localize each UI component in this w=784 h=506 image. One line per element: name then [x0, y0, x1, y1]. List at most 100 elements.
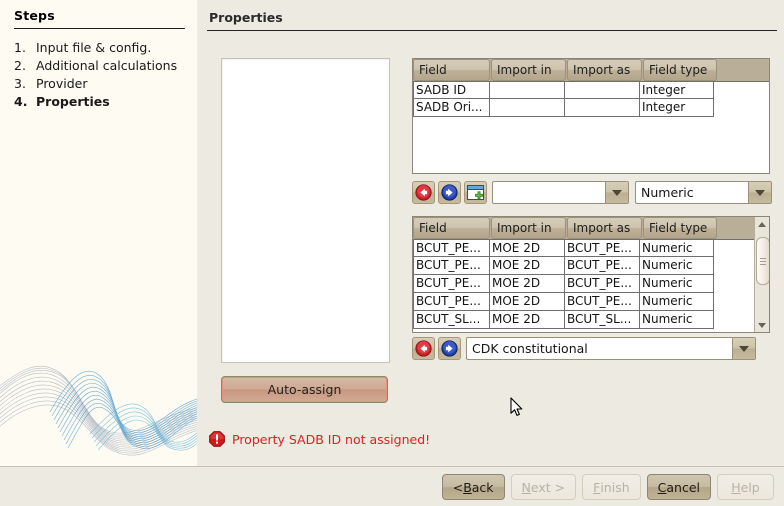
step-label: Properties: [36, 94, 110, 109]
steps-list: 1. Input file & config. 2. Additional calcu…: [14, 39, 194, 111]
cell-field[interactable]: BCUT_PE...: [413, 275, 490, 293]
provider-select[interactable]: CDK constitutional: [466, 337, 756, 360]
cell-field-type[interactable]: Integer: [640, 81, 714, 99]
assigned-properties-table[interactable]: Field Import in Import as Field type SADB I…: [412, 58, 770, 174]
provider-select-value: CDK constitutional: [472, 341, 588, 356]
table-row[interactable]: SADB Ori... Integer: [413, 99, 769, 117]
cell-field[interactable]: BCUT_SL...: [413, 311, 490, 329]
step-number: 3.: [14, 76, 26, 91]
add-property-button[interactable]: [464, 181, 487, 204]
scroll-down-arrow-icon: [758, 322, 766, 328]
provider-next-button[interactable]: [438, 337, 461, 360]
step-number: 4.: [14, 94, 28, 109]
cell-import-in[interactable]: MOE 2D: [490, 257, 565, 275]
column-header[interactable]: Field: [413, 59, 490, 81]
button-mnemonic: B: [463, 479, 472, 495]
step-number: 2.: [14, 58, 26, 73]
table-row[interactable]: SADB ID Integer: [413, 81, 769, 99]
grip-line: [760, 260, 766, 262]
button-label-post: ack: [471, 479, 494, 495]
table-row[interactable]: BCUT_PE... MOE 2D BCUT_PE... Numeric: [413, 293, 769, 311]
red-circle-left-arrow-icon: [415, 184, 432, 201]
button-label-pre: <: [452, 479, 464, 495]
table-vertical-scrollbar[interactable]: [754, 217, 769, 332]
column-header-filler: [718, 59, 769, 81]
cell-field-type[interactable]: Numeric: [640, 293, 714, 311]
column-header[interactable]: Import as: [567, 59, 642, 81]
column-header[interactable]: Import in: [491, 217, 566, 239]
provider-select-arrow[interactable]: [732, 338, 755, 359]
table-row[interactable]: BCUT_SL... MOE 2D BCUT_SL... Numeric: [413, 311, 769, 329]
cell-field[interactable]: BCUT_PE...: [413, 293, 490, 311]
column-header[interactable]: Import as: [567, 217, 642, 239]
table-row[interactable]: BCUT_PE... MOE 2D BCUT_PE... Numeric: [413, 275, 769, 293]
scrollbar-thumb[interactable]: [756, 237, 769, 285]
cell-field[interactable]: SADB ID: [413, 81, 490, 99]
step-item-4: 4. Properties: [14, 93, 194, 111]
empty-white-list[interactable]: [221, 58, 390, 363]
cell-import-in[interactable]: [490, 81, 565, 99]
table-row[interactable]: BCUT_PE... MOE 2D BCUT_PE... Numeric: [413, 257, 769, 275]
cell-field[interactable]: BCUT_PE...: [413, 239, 490, 257]
wizard-window: Steps 1. Input file & config. 2. Additional…: [0, 0, 784, 506]
table-body[interactable]: SADB ID Integer SADB Ori... Integer: [413, 81, 769, 117]
blue-circle-right-arrow-icon: [441, 340, 458, 357]
cell-field[interactable]: SADB Ori...: [413, 99, 490, 117]
cell-import-as[interactable]: [565, 99, 640, 117]
cell-import-as[interactable]: BCUT_PE...: [565, 239, 640, 257]
validation-message-text: Property SADB ID not assigned!: [232, 431, 431, 447]
cell-field[interactable]: BCUT_PE...: [413, 257, 490, 275]
chevron-down-icon: [612, 189, 622, 196]
cell-import-as[interactable]: BCUT_PE...: [565, 257, 640, 275]
column-header[interactable]: Import in: [491, 59, 566, 81]
unassign-button[interactable]: [412, 181, 435, 204]
cell-field-type[interactable]: Numeric: [640, 239, 714, 257]
back-button[interactable]: < Back: [441, 474, 505, 500]
cell-field-type[interactable]: Integer: [640, 99, 714, 117]
column-header[interactable]: Field type: [643, 217, 717, 239]
provider-previous-button[interactable]: [412, 337, 435, 360]
blue-waves-graphic: [0, 365, 197, 456]
cell-import-in[interactable]: MOE 2D: [490, 275, 565, 293]
cell-import-in[interactable]: MOE 2D: [490, 293, 565, 311]
cell-field-type[interactable]: Numeric: [640, 257, 714, 275]
steps-heading: Steps: [14, 8, 55, 23]
available-properties-table[interactable]: Field Import in Import as Field type BCUT_P…: [412, 216, 770, 333]
step-item-1: 1. Input file & config.: [14, 39, 194, 57]
scroll-down-button[interactable]: [755, 318, 769, 332]
steps-heading-divider: [14, 28, 185, 29]
field-type-select-arrow[interactable]: [748, 182, 771, 203]
provider-toolbar: CDK constitutional: [412, 337, 756, 360]
cell-import-as[interactable]: [565, 81, 640, 99]
validation-message: Property SADB ID not assigned!: [209, 431, 430, 447]
column-header[interactable]: Field type: [643, 59, 717, 81]
button-label-post: ext >: [530, 479, 566, 495]
table-row[interactable]: BCUT_PE... MOE 2D BCUT_PE... Numeric: [413, 239, 769, 257]
assign-button[interactable]: [438, 181, 461, 204]
cell-import-as[interactable]: BCUT_SL...: [565, 311, 640, 329]
cell-field-type[interactable]: Numeric: [640, 311, 714, 329]
assign-toolbar: Numeric: [412, 181, 772, 204]
auto-assign-button[interactable]: Auto-assign: [221, 376, 388, 403]
cell-field-type[interactable]: Numeric: [640, 275, 714, 293]
cell-import-in[interactable]: MOE 2D: [490, 239, 565, 257]
red-circle-left-arrow-icon: [415, 340, 432, 357]
cell-import-as[interactable]: BCUT_PE...: [565, 275, 640, 293]
page-title-divider: [207, 30, 777, 31]
field-select-arrow[interactable]: [605, 182, 628, 203]
step-number: 1.: [14, 40, 26, 55]
cell-import-as[interactable]: BCUT_PE...: [565, 293, 640, 311]
properties-panel: Properties Field Import in Import as Field …: [197, 0, 784, 466]
column-header[interactable]: Field: [413, 217, 490, 239]
field-select[interactable]: [492, 181, 629, 204]
scroll-up-button[interactable]: [755, 217, 769, 231]
field-type-select-value: Numeric: [641, 185, 694, 200]
step-label: Additional calculations: [36, 58, 178, 73]
table-header-row: Field Import in Import as Field type: [413, 59, 769, 81]
cancel-button[interactable]: Cancel: [646, 474, 711, 500]
table-body[interactable]: BCUT_PE... MOE 2D BCUT_PE... Numeric BCUT_PE…: [413, 239, 769, 329]
cell-import-in[interactable]: MOE 2D: [490, 311, 565, 329]
field-type-select[interactable]: Numeric: [635, 181, 772, 204]
cell-import-in[interactable]: [490, 99, 565, 117]
scroll-up-arrow-icon: [758, 221, 766, 227]
